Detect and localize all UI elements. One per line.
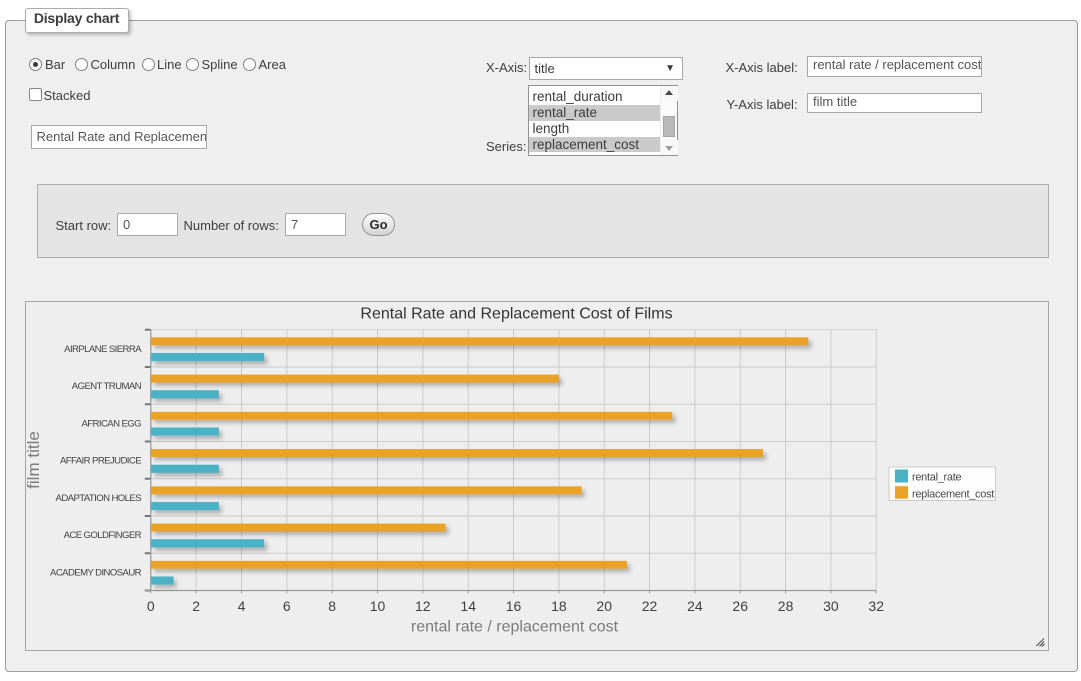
svg-text:AGENT TRUMAN: AGENT TRUMAN [71,381,141,392]
svg-text:rental rate / replacement cost: rental rate / replacement cost [410,619,618,636]
svg-text:film title: film title [25,431,43,489]
svg-text:AIRPLANE SIERRA: AIRPLANE SIERRA [64,344,142,355]
svg-text:AFFAIR PREJUDICE: AFFAIR PREJUDICE [59,456,140,467]
svg-text:24: 24 [687,598,703,614]
svg-text:28: 28 [777,598,793,614]
svg-text:22: 22 [641,598,657,614]
svg-text:10: 10 [369,598,385,614]
svg-text:20: 20 [596,598,612,614]
svg-text:16: 16 [505,598,521,614]
svg-text:ACE GOLDFINGER: ACE GOLDFINGER [63,530,141,541]
svg-text:replacement_cost: replacement_cost [912,488,994,500]
svg-text:32: 32 [868,598,884,614]
svg-text:0: 0 [146,598,154,614]
svg-text:30: 30 [823,598,839,614]
svg-text:rental_rate: rental_rate [912,472,961,484]
svg-text:ACADEMY DINOSAUR: ACADEMY DINOSAUR [50,567,142,578]
svg-text:Rental Rate and Replacement Co: Rental Rate and Replacement Cost of Film… [360,306,672,323]
svg-text:ADAPTATION HOLES: ADAPTATION HOLES [55,493,141,504]
svg-text:8: 8 [328,598,336,614]
svg-text:AFRICAN EGG: AFRICAN EGG [81,418,141,429]
svg-text:18: 18 [551,598,567,614]
svg-text:14: 14 [460,598,476,614]
svg-text:6: 6 [282,598,290,614]
svg-text:12: 12 [415,598,431,614]
svg-text:4: 4 [237,598,245,614]
svg-text:26: 26 [732,598,748,614]
svg-text:2: 2 [192,598,200,614]
